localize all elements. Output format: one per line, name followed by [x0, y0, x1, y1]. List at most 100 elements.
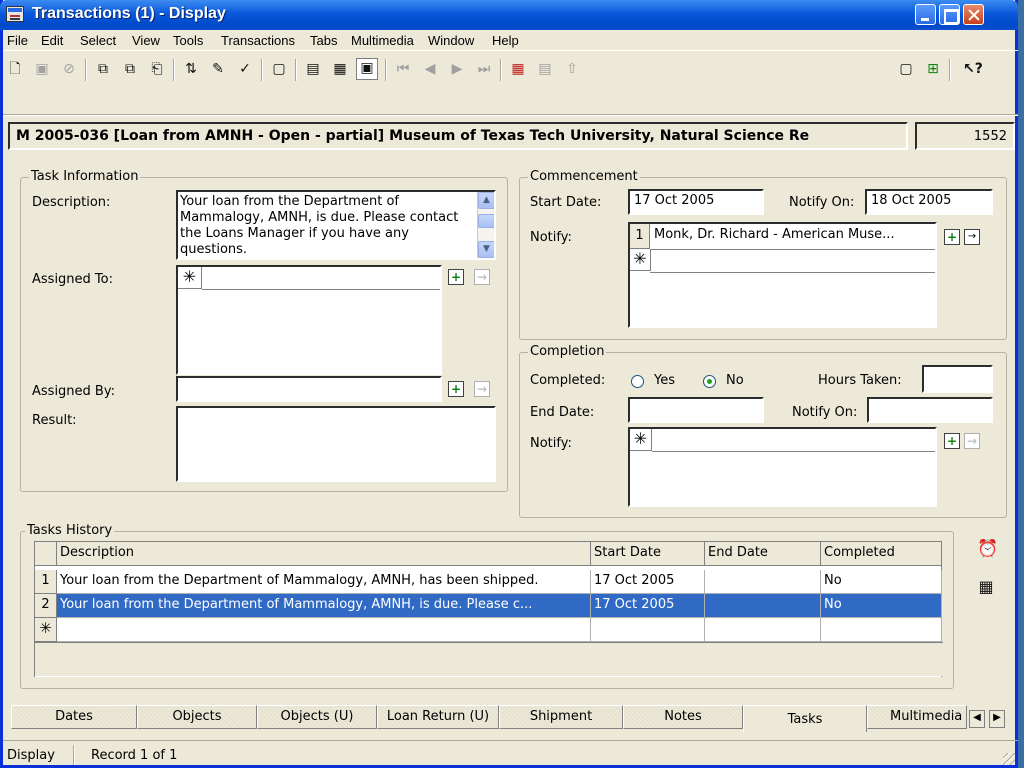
- column-header-start-date[interactable]: Start Date: [591, 542, 705, 566]
- menu-bar: File Edit Select View Tools Transactions…: [3, 30, 1018, 50]
- sort-icon[interactable]: ⇅: [182, 60, 200, 78]
- history-new-row-cell[interactable]: [57, 618, 591, 642]
- completed-no-radio[interactable]: [703, 375, 716, 388]
- hours-taken-field[interactable]: [922, 365, 993, 393]
- go-notify-icon[interactable]: →: [964, 229, 980, 245]
- history-row-completed[interactable]: No: [821, 570, 942, 594]
- history-row-description[interactable]: Your loan from the Department of Mammalo…: [57, 570, 591, 594]
- save-icon[interactable]: ▣: [33, 60, 51, 78]
- next-record-icon[interactable]: ▶: [448, 60, 466, 78]
- document-icon[interactable]: ▢: [897, 60, 915, 78]
- assigned-by-field[interactable]: [176, 376, 442, 402]
- page-icon[interactable]: ▢: [270, 60, 288, 78]
- maximize-button[interactable]: [939, 4, 960, 25]
- minimize-button[interactable]: [915, 4, 936, 25]
- column-header-end-date[interactable]: End Date: [705, 542, 821, 566]
- column-header-description[interactable]: Description: [57, 542, 591, 566]
- cancel-icon[interactable]: ⊘: [60, 60, 78, 78]
- tab-multimedia[interactable]: Multimedia: [867, 705, 967, 729]
- assigned-to-grid[interactable]: ✳: [176, 265, 442, 375]
- column-header-completed[interactable]: Completed: [821, 542, 942, 566]
- edit-notes-icon[interactable]: ✎: [209, 60, 227, 78]
- tab-scroll-left-icon[interactable]: ◀: [969, 710, 985, 728]
- tab-dates[interactable]: Dates: [11, 705, 137, 729]
- menu-edit[interactable]: Edit: [41, 33, 63, 48]
- completion-notify-on-label: Notify On:: [792, 405, 858, 420]
- add-completion-notify-icon[interactable]: +: [944, 433, 960, 449]
- completed-yes-radio[interactable]: [631, 375, 644, 388]
- history-row-end-date[interactable]: [705, 570, 821, 594]
- go-completion-notify-icon[interactable]: →: [964, 433, 980, 449]
- grid-view-icon[interactable]: ▦: [331, 60, 349, 78]
- go-assignee-icon[interactable]: →: [474, 269, 490, 285]
- upload-icon[interactable]: ⇧: [563, 60, 581, 78]
- help-pointer-icon[interactable]: ↖?: [963, 60, 983, 78]
- tab-loan-return-u[interactable]: Loan Return (U): [377, 705, 499, 729]
- menu-help[interactable]: Help: [492, 33, 519, 48]
- menu-window[interactable]: Window: [428, 33, 474, 48]
- tab-objects[interactable]: Objects: [137, 705, 257, 729]
- add-assignee-icon[interactable]: +: [448, 269, 464, 285]
- completion-notify-grid[interactable]: ✳: [628, 427, 937, 507]
- history-row-description-selected[interactable]: Your loan from the Department of Mammalo…: [57, 594, 591, 618]
- start-date-field[interactable]: 17 Oct 2005: [628, 189, 764, 215]
- add-notify-icon[interactable]: +: [944, 229, 960, 245]
- scroll-up-icon[interactable]: ▲: [478, 192, 494, 209]
- completion-notify-on-field[interactable]: [867, 397, 993, 423]
- history-new-row-cell[interactable]: [705, 618, 821, 642]
- row-number[interactable]: 2: [35, 594, 57, 618]
- result-field[interactable]: [176, 406, 496, 482]
- list-view-icon[interactable]: ▤: [304, 60, 322, 78]
- close-button[interactable]: [963, 4, 984, 25]
- calculator-icon[interactable]: ▦: [977, 578, 995, 596]
- go-assigned-by-icon[interactable]: →: [474, 381, 490, 397]
- history-row-start-date[interactable]: 17 Oct 2005: [591, 570, 705, 594]
- tab-shipment[interactable]: Shipment: [499, 705, 623, 729]
- menu-select[interactable]: Select: [80, 33, 116, 48]
- sheet-icon[interactable]: ▤: [536, 60, 554, 78]
- scroll-thumb[interactable]: [478, 214, 494, 228]
- calendar-icon[interactable]: ▦: [509, 60, 527, 78]
- alarm-clock-icon[interactable]: ⏰: [977, 540, 998, 558]
- form-view-icon[interactable]: ▣: [356, 58, 378, 80]
- tab-objects-u[interactable]: Objects (U): [257, 705, 377, 729]
- first-record-icon[interactable]: ⏮: [394, 60, 412, 78]
- menu-tools[interactable]: Tools: [173, 33, 203, 48]
- notify-on-field[interactable]: 18 Oct 2005: [865, 189, 993, 215]
- title-bar[interactable]: Transactions (1) - Display: [0, 0, 1018, 30]
- description-text: Your loan from the Department of Mammalo…: [180, 194, 459, 257]
- history-row-end-date-selected[interactable]: [705, 594, 821, 618]
- scroll-down-icon[interactable]: ▼: [478, 241, 494, 258]
- history-new-row-cell[interactable]: [591, 618, 705, 642]
- description-field[interactable]: Your loan from the Department of Mammalo…: [176, 190, 496, 260]
- previous-record-icon[interactable]: ◀: [421, 60, 439, 78]
- resize-grip-icon[interactable]: [1003, 753, 1015, 765]
- menu-view[interactable]: View: [132, 33, 160, 48]
- menu-multimedia[interactable]: Multimedia: [351, 33, 414, 48]
- row-number[interactable]: 1: [35, 570, 57, 594]
- toolbar: 🗋 ▣ ⊘ ⧉ ⧉ ⎗ ⇅ ✎ ✓ ▢ ▤ ▦ ▣ ⏮ ◀ ▶ ⏭ ▦ ▤ ⇧ …: [3, 50, 1018, 86]
- description-scrollbar[interactable]: ▲ ▼: [477, 192, 494, 258]
- notify-row-name[interactable]: Monk, Dr. Richard - American Muse...: [654, 227, 895, 242]
- add-document-icon[interactable]: ⊞: [924, 60, 942, 78]
- history-row-start-date-selected[interactable]: 17 Oct 2005: [591, 594, 705, 618]
- end-date-field[interactable]: [628, 397, 764, 423]
- grid-row-line: [202, 289, 440, 290]
- new-icon[interactable]: 🗋: [6, 60, 24, 78]
- menu-tabs[interactable]: Tabs: [310, 33, 337, 48]
- deselect-icon[interactable]: ⎗: [148, 60, 166, 78]
- spellcheck-icon[interactable]: ✓: [236, 60, 254, 78]
- history-new-row-cell[interactable]: [821, 618, 942, 642]
- history-row-completed-selected[interactable]: No: [821, 594, 942, 618]
- select-all-icon[interactable]: ⧉: [121, 60, 139, 78]
- notify-grid[interactable]: 1 Monk, Dr. Richard - American Muse... ✳: [628, 222, 937, 328]
- tab-scroll-right-icon[interactable]: ▶: [989, 710, 1005, 728]
- last-record-icon[interactable]: ⏭: [475, 60, 493, 78]
- add-assigned-by-icon[interactable]: +: [448, 381, 464, 397]
- toolbar-separator: [295, 59, 297, 81]
- tab-tasks[interactable]: Tasks: [743, 705, 867, 732]
- menu-file[interactable]: File: [7, 33, 28, 48]
- menu-transactions[interactable]: Transactions: [221, 33, 295, 48]
- tab-notes[interactable]: Notes: [623, 705, 743, 729]
- select-record-icon[interactable]: ⧉: [94, 60, 112, 78]
